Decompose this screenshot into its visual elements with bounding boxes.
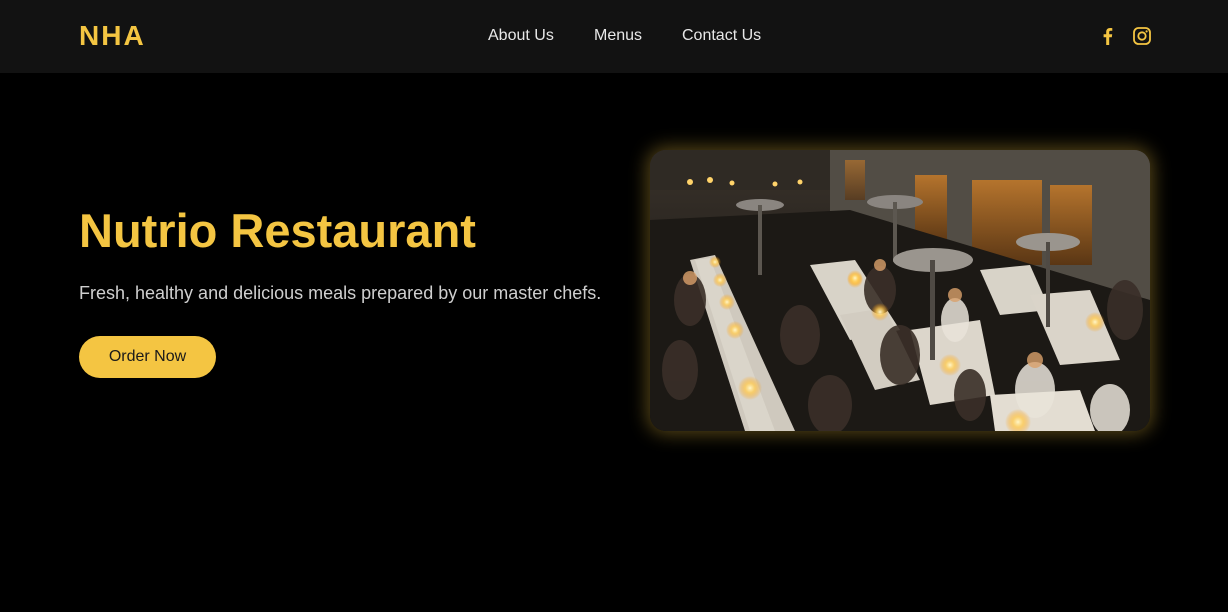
facebook-icon[interactable] bbox=[1098, 26, 1118, 46]
nav-link-contact-us[interactable]: Contact Us bbox=[682, 26, 761, 46]
order-now-button[interactable]: Order Now bbox=[79, 336, 216, 378]
restaurant-photo bbox=[650, 150, 1150, 431]
navbar: NHA About Us Menus Contact Us bbox=[0, 0, 1228, 73]
nav-link-about-us[interactable]: About Us bbox=[488, 26, 554, 46]
nav-links: About Us Menus Contact Us bbox=[0, 26, 1228, 46]
hero-subtitle: Fresh, healthy and delicious meals prepa… bbox=[79, 283, 602, 303]
nav-link-menus[interactable]: Menus bbox=[594, 26, 642, 46]
hero-title: Nutrio Restaurant bbox=[79, 204, 476, 257]
instagram-icon[interactable] bbox=[1132, 26, 1152, 46]
